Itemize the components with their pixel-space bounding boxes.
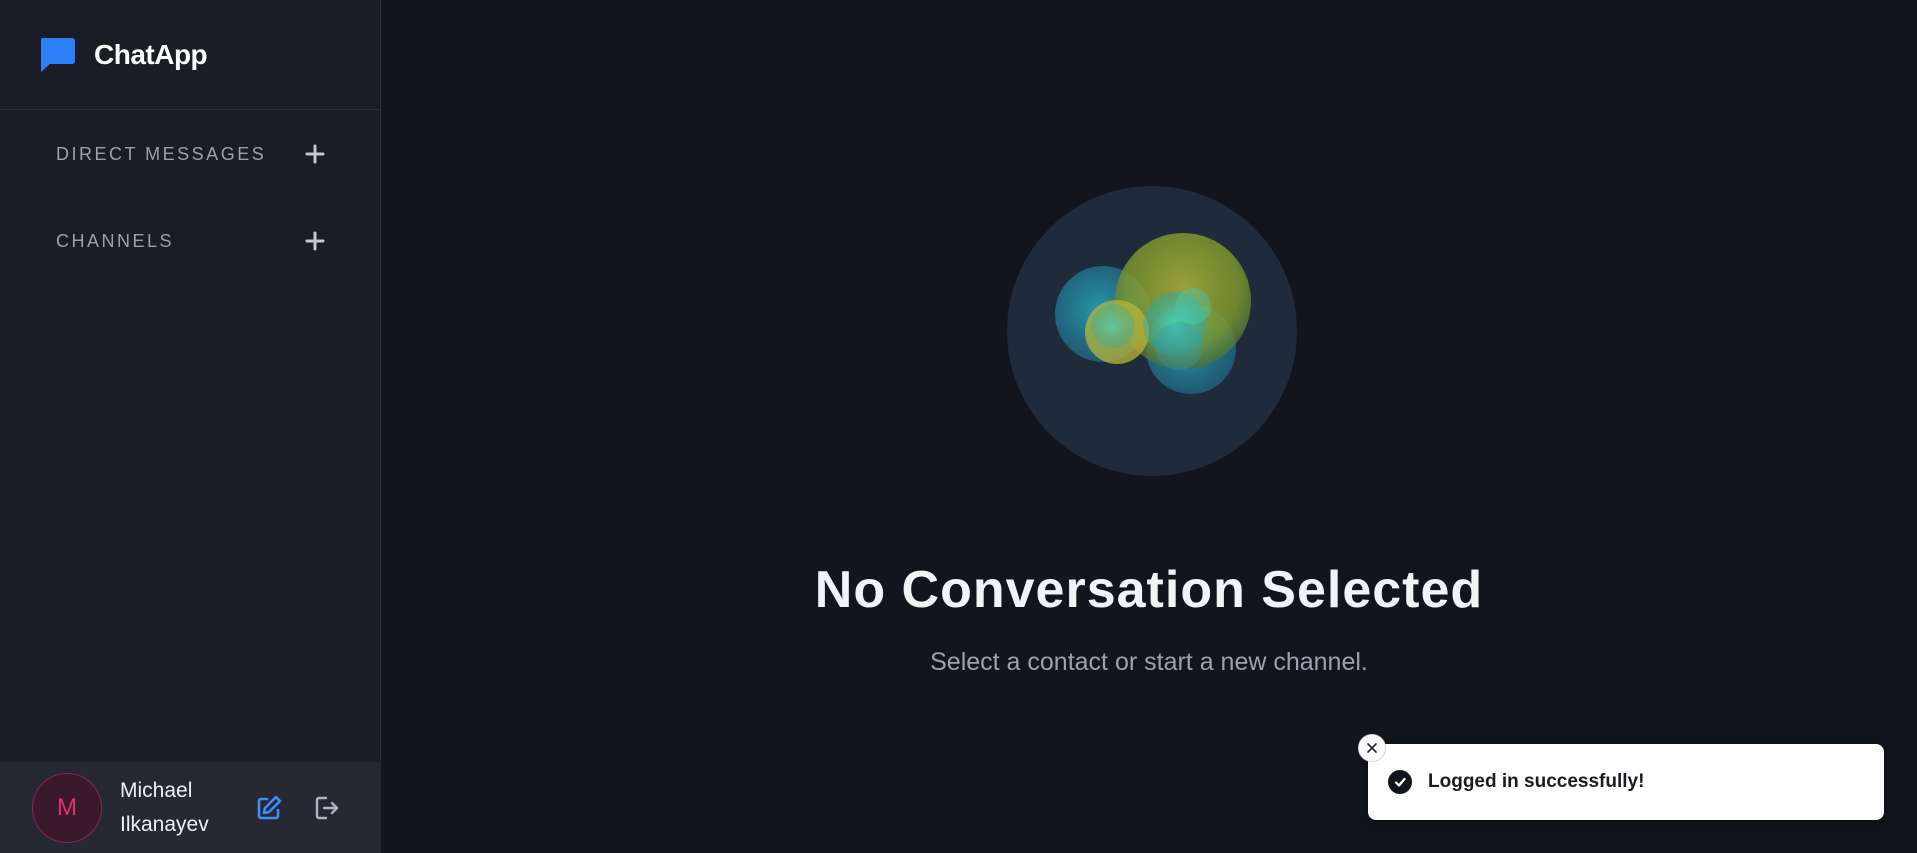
brand[interactable]: ChatApp [0,0,380,110]
main-panel: No Conversation Selected Select a contac… [381,0,1917,853]
user-profile: M Michael Ilkanayev [0,762,381,853]
profile-first-name: Michael [120,778,193,802]
edit-icon[interactable] [254,793,284,823]
channels-label: CHANNELS [56,230,175,251]
app-root: ChatApp DIRECT MESSAGES CHANNELS M Micha… [0,0,1917,853]
profile-actions [254,793,342,823]
toast-notification: Logged in successfully! [1358,734,1884,820]
chat-bubble-icon [36,34,78,76]
empty-state-subtitle: Select a contact or start a new channel. [930,648,1368,676]
profile-last-name: Ilkanayev [120,812,209,836]
sidebar: ChatApp DIRECT MESSAGES CHANNELS M Micha… [0,0,381,853]
check-circle-icon [1388,770,1412,794]
toast-message: Logged in successfully! [1428,771,1645,792]
profile-name: Michael Ilkanayev [120,774,230,842]
empty-state-title: No Conversation Selected [814,561,1484,619]
add-channel-plus-icon[interactable] [305,231,325,251]
avatar[interactable]: M [32,772,102,843]
direct-messages-section: DIRECT MESSAGES [0,134,381,174]
channels-section: CHANNELS [0,221,381,261]
brand-name: ChatApp [94,38,208,70]
direct-messages-label: DIRECT MESSAGES [56,143,267,164]
close-icon[interactable] [1358,734,1386,762]
logout-icon[interactable] [312,793,342,823]
empty-state-illustration [1007,186,1297,481]
add-direct-message-plus-icon[interactable] [305,144,325,164]
